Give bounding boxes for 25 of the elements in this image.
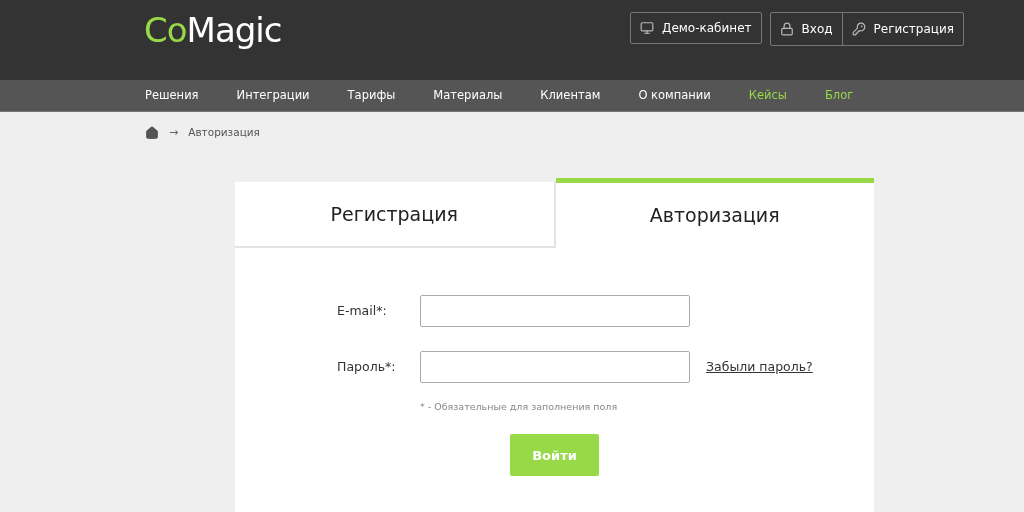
lock-icon — [779, 22, 794, 36]
logo[interactable]: CoMagic — [144, 10, 282, 50]
header-button[interactable]: Демо-кабинет — [630, 12, 762, 44]
field-label: Пароль*: — [337, 357, 397, 376]
nav-link[interactable]: Решения — [145, 86, 199, 105]
monitor-icon — [640, 21, 655, 35]
breadcrumb-current: Авторизация — [188, 125, 260, 141]
home-icon[interactable] — [145, 126, 159, 140]
field-label: E-mail*: — [337, 301, 388, 320]
nav-link[interactable]: Блог — [824, 86, 854, 105]
nav-link[interactable]: Материалы — [433, 86, 503, 105]
nav-link[interactable]: Кейсы — [748, 86, 787, 105]
nav-link[interactable]: О компании — [638, 86, 711, 105]
nav-link[interactable]: Интеграции — [236, 86, 310, 105]
key-icon — [851, 22, 866, 36]
input-field[interactable] — [420, 351, 690, 383]
breadcrumb-separator: → — [169, 124, 179, 141]
nav-link[interactable]: Тарифы — [347, 86, 396, 105]
input-field[interactable] — [420, 295, 690, 327]
tab[interactable]: Регистрация — [235, 182, 556, 248]
header-button[interactable]: Вход — [770, 13, 842, 45]
header-button[interactable]: Регистрация — [841, 13, 963, 45]
required-note: * - Обязательные для заполнения поля — [420, 400, 619, 414]
forgot-password-link[interactable]: Забыли пароль? — [706, 357, 813, 377]
nav-link[interactable]: Клиентам — [540, 86, 601, 105]
